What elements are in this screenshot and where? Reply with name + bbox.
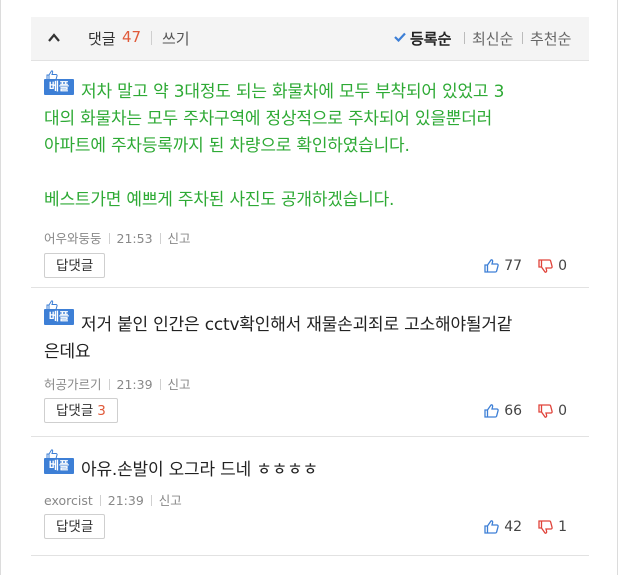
downvote-count: 0 [558, 403, 567, 419]
comment-body: 저거 붙인 인간은 cctv확인해서 재물손괴죄로 고소해야될거같 은데요 [44, 312, 567, 366]
divider [522, 32, 523, 44]
comments-label: 댓글 [88, 30, 116, 48]
comment-line: 대의 화물차는 모두 주차구역에 정상적으로 주차되어 있을뿐더러 [44, 109, 493, 129]
thumbs-up-icon [484, 259, 500, 273]
thumbs-up-icon [484, 404, 500, 418]
write-comment-link[interactable]: 쓰기 [162, 28, 190, 49]
downvote-count: 0 [558, 258, 567, 274]
vote-group: 77 0 [484, 256, 567, 276]
comment-body: 아유.손발이 오그라 드네 ㅎㅎㅎㅎ [44, 457, 567, 484]
chevron-up-icon[interactable] [47, 32, 61, 44]
author-name[interactable]: 허공가르기 [44, 377, 102, 392]
upvote-count: 42 [504, 519, 523, 535]
vote-group: 66 0 [484, 401, 567, 421]
divider [151, 31, 152, 45]
divider [464, 32, 465, 44]
sort-latest[interactable]: 최신순 [472, 28, 513, 49]
comment-line: 아유.손발이 오그라 드네 ㅎㅎㅎㅎ [81, 460, 318, 480]
upvote-count: 66 [504, 403, 523, 419]
reply-label: 답댓글 [56, 519, 94, 535]
comment-meta: 허공가르기 21:39 신고 [44, 374, 191, 393]
reply-count: 3 [97, 403, 106, 419]
comment-line: 은데요 [44, 342, 91, 362]
report-link[interactable]: 신고 [159, 493, 182, 508]
comment-body: 저차 말고 약 3대정도 되는 화물차에 모두 부착되어 있었고 3 대의 화물… [44, 79, 567, 214]
downvote-button[interactable]: 1 [538, 519, 567, 535]
comment-line: 베스트가면 예쁘게 주차된 사진도 공개하겠습니다. [44, 190, 395, 210]
comments-header: 댓글 47 쓰기 등록순 최신순 추천순 [31, 17, 589, 61]
comment-line: 저차 말고 약 3대정도 되는 화물차에 모두 부착되어 있었고 3 [81, 82, 505, 102]
thumbs-up-icon [484, 520, 500, 534]
report-link[interactable]: 신고 [168, 231, 191, 246]
comment-time: 21:53 [116, 231, 153, 246]
comment-line: 아파트에 주차등록까지 된 차량으로 확인하였습니다. [44, 136, 410, 156]
comments-count: 47 [122, 28, 142, 46]
comment-item: 베플 아유.손발이 오그라 드네 ㅎㅎㅎㅎ exorcist 21:39 신고 답댓… [31, 437, 589, 556]
comment-line: 저거 붙인 인간은 cctv확인해서 재물손괴죄로 고소해야될거같 [81, 315, 513, 335]
vote-group: 42 1 [484, 517, 567, 537]
comment-time: 21:39 [107, 493, 144, 508]
reply-label: 답댓글 [56, 258, 94, 274]
downvote-button[interactable]: 0 [538, 258, 567, 274]
report-link[interactable]: 신고 [168, 377, 191, 392]
author-name[interactable]: 어우와둥둥 [44, 231, 102, 246]
comment-item: 베플 저거 붙인 인간은 cctv확인해서 재물손괴죄로 고소해야될거같 은데요… [31, 288, 589, 437]
comment-meta: exorcist 21:39 신고 [44, 490, 182, 509]
downvote-count: 1 [558, 519, 567, 535]
reply-label: 답댓글 [56, 403, 94, 419]
author-name[interactable]: exorcist [44, 493, 93, 508]
upvote-count: 77 [504, 258, 523, 274]
upvote-button[interactable]: 66 [484, 403, 522, 419]
reply-button[interactable]: 답댓글 [44, 514, 106, 539]
thumbs-down-icon [538, 520, 553, 534]
reply-button[interactable]: 답댓글 [44, 253, 106, 278]
downvote-button[interactable]: 0 [538, 403, 567, 419]
sort-registered[interactable]: 등록순 [410, 28, 451, 49]
comment-time: 21:39 [116, 377, 153, 392]
sort-recommended[interactable]: 추천순 [530, 28, 571, 49]
comment-line-blank [44, 160, 567, 187]
comment-meta: 어우와둥둥 21:53 신고 [44, 228, 191, 247]
reply-button[interactable]: 답댓글 3 [44, 398, 118, 423]
comment-item: 베플 저차 말고 약 3대정도 되는 화물차에 모두 부착되어 있었고 3 대의… [31, 61, 589, 288]
frame-left-border [0, 0, 1, 575]
frame-right-border [617, 0, 618, 575]
thumbs-down-icon [538, 259, 553, 273]
check-icon [394, 32, 406, 42]
upvote-button[interactable]: 77 [484, 258, 522, 274]
upvote-button[interactable]: 42 [484, 519, 522, 535]
thumbs-down-icon [538, 404, 553, 418]
